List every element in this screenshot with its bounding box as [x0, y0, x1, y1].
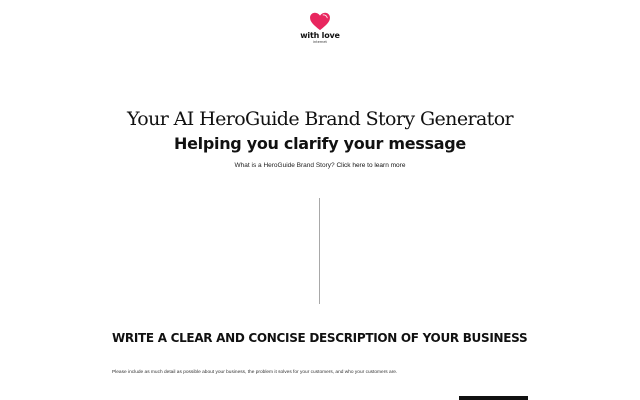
brand-name: with love [300, 31, 340, 40]
submit-button[interactable] [459, 396, 528, 400]
learn-more-link[interactable]: Click here to learn more [336, 162, 405, 169]
brand-logo[interactable]: with love internet [0, 12, 640, 44]
vertical-divider [319, 198, 320, 304]
page-subtitle: Helping you clarify your message [174, 134, 466, 153]
learn-more-line: What is a HeroGuide Brand Story? Click h… [0, 161, 640, 171]
description-heading: WRITE A CLEAR AND CONCISE DESCRIPTION OF… [112, 331, 528, 345]
brand-subtitle: internet [313, 40, 327, 44]
page-title: Your AI HeroGuide Brand Story Generator [126, 108, 514, 130]
description-help-text: Please include as much detail as possibl… [112, 370, 398, 375]
learn-more-question: What is a HeroGuide Brand Story? [234, 162, 337, 169]
heart-icon [310, 12, 330, 31]
